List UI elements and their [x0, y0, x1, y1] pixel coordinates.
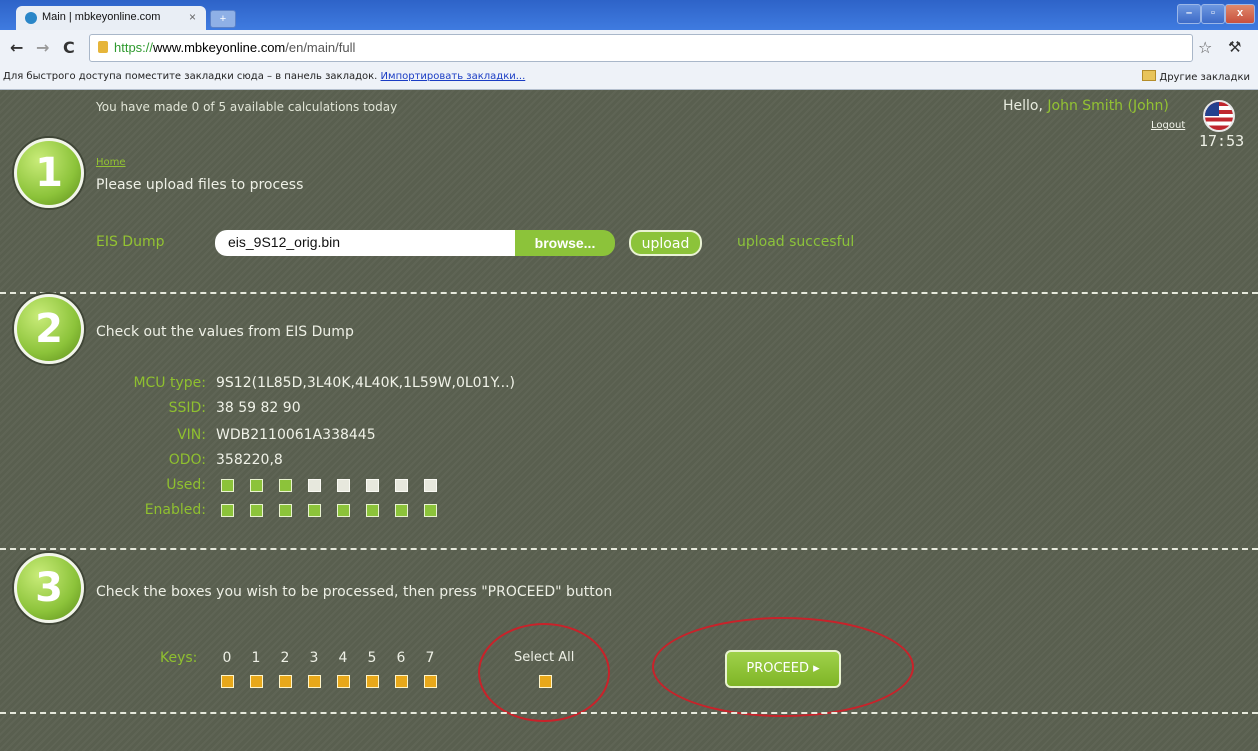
back-icon[interactable]: ←: [10, 38, 23, 57]
new-tab-button[interactable]: +: [210, 10, 236, 28]
enabled-label: Enabled:: [144, 502, 206, 518]
bookmark-star-icon[interactable]: ☆: [1198, 38, 1212, 57]
vin-label: VIN:: [177, 427, 206, 443]
import-bookmarks-link[interactable]: Импортировать закладки...: [381, 71, 526, 82]
enabled-indicator-2: [279, 504, 292, 517]
home-link[interactable]: Home: [96, 157, 126, 168]
section-divider: [0, 712, 1258, 714]
enabled-indicator-6: [395, 504, 408, 517]
url-text: https://www.mbkeyonline.com/en/main/full: [114, 40, 355, 55]
key-number-0: 0: [222, 650, 232, 666]
key-checkbox-0[interactable]: [221, 675, 234, 688]
browse-button[interactable]: browse...: [515, 230, 615, 256]
used-indicator-1: [250, 479, 263, 492]
url-host: www.mbkeyonline.com: [153, 40, 286, 55]
key-checkbox-5[interactable]: [366, 675, 379, 688]
enabled-indicator-7: [424, 504, 437, 517]
clock: 17:53: [1199, 132, 1245, 150]
key-checkbox-6[interactable]: [395, 675, 408, 688]
forward-icon[interactable]: →: [36, 38, 49, 57]
key-checkbox-2[interactable]: [279, 675, 292, 688]
enabled-indicator-3: [308, 504, 321, 517]
reload-icon[interactable]: C: [63, 38, 75, 57]
step-1-badge: 1: [14, 138, 84, 208]
used-indicator-4: [337, 479, 350, 492]
browser-tab[interactable]: Main | mbkeyonline.com ×: [16, 6, 206, 30]
bookmarks-bar: Для быстрого доступа поместите закладки …: [0, 66, 1258, 90]
key-number-2: 2: [280, 650, 290, 666]
used-indicator-3: [308, 479, 321, 492]
key-checkbox-3[interactable]: [308, 675, 321, 688]
enabled-indicator-5: [366, 504, 379, 517]
used-indicator-7: [424, 479, 437, 492]
used-label: Used:: [166, 477, 206, 493]
keys-label: Keys:: [160, 650, 198, 666]
greeting-prefix: Hello,: [1003, 98, 1048, 114]
close-window-button[interactable]: x: [1225, 4, 1255, 24]
bookmarks-message: Для быстрого доступа поместите закладки …: [3, 71, 525, 82]
greeting: Hello, John Smith (John): [1003, 98, 1169, 114]
user-name: John Smith (John): [1047, 98, 1169, 114]
tab-close-icon[interactable]: ×: [189, 10, 196, 24]
logout-link[interactable]: Logout: [1151, 120, 1185, 131]
wrench-icon[interactable]: ⚒: [1228, 38, 1241, 56]
key-number-5: 5: [367, 650, 377, 666]
key-number-4: 4: [338, 650, 348, 666]
key-number-7: 7: [425, 650, 435, 666]
other-bookmarks[interactable]: Другие закладки: [1142, 70, 1250, 83]
step-1-title: Please upload files to process: [96, 177, 304, 193]
us-flag-icon[interactable]: [1203, 100, 1235, 132]
key-number-6: 6: [396, 650, 406, 666]
file-path-input[interactable]: eis_9S12_orig.bin: [215, 230, 515, 256]
used-indicator-6: [395, 479, 408, 492]
upload-status: upload succesful: [737, 234, 855, 250]
lock-icon: [98, 41, 108, 53]
other-bookmarks-label: Другие закладки: [1159, 72, 1250, 83]
section-divider: [0, 292, 1258, 294]
folder-icon: [1142, 70, 1157, 81]
enabled-indicator-1: [250, 504, 263, 517]
vin-value: WDB2110061A338445: [216, 427, 376, 443]
page-content: You have made 0 of 5 available calculati…: [0, 90, 1258, 751]
ssid-label: SSID:: [168, 400, 206, 416]
upload-button[interactable]: upload: [629, 230, 702, 256]
title-bar: Main | mbkeyonline.com × + – ▫ x: [0, 0, 1258, 30]
key-number-1: 1: [251, 650, 261, 666]
odo-value: 358220,8: [216, 452, 283, 468]
step-2-badge: 2: [14, 294, 84, 364]
key-number-3: 3: [309, 650, 319, 666]
eis-dump-label: EIS Dump: [96, 234, 165, 250]
used-indicator-0: [221, 479, 234, 492]
url-path: /en/main/full: [285, 40, 356, 55]
enabled-indicator-4: [337, 504, 350, 517]
annotation-circle-proceed: [652, 617, 914, 717]
key-checkbox-7[interactable]: [424, 675, 437, 688]
used-indicator-5: [366, 479, 379, 492]
browser-toolbar: ← → C https://www.mbkeyonline.com/en/mai…: [0, 30, 1258, 66]
used-indicator-2: [279, 479, 292, 492]
odo-label: ODO:: [168, 452, 206, 468]
ssid-value: 38 59 82 90: [216, 400, 301, 416]
url-scheme: https://: [114, 40, 154, 55]
step-2-title: Check out the values from EIS Dump: [96, 324, 354, 340]
tab-title: Main | mbkeyonline.com: [42, 11, 161, 23]
enabled-indicator-0: [221, 504, 234, 517]
annotation-circle-select-all: [478, 623, 610, 722]
address-bar[interactable]: https://www.mbkeyonline.com/en/main/full: [89, 34, 1193, 62]
maximize-button[interactable]: ▫: [1201, 4, 1225, 24]
key-checkbox-1[interactable]: [250, 675, 263, 688]
bookmarks-hint: Для быстрого доступа поместите закладки …: [3, 71, 378, 82]
calculations-message: You have made 0 of 5 available calculati…: [96, 100, 398, 114]
minimize-button[interactable]: –: [1177, 4, 1201, 24]
site-favicon-icon: [25, 12, 37, 24]
key-checkbox-4[interactable]: [337, 675, 350, 688]
mcu-type-value: 9S12(1L85D,3L40K,4L40K,1L59W,0L01Y...): [216, 375, 515, 391]
step-3-badge: 3: [14, 553, 84, 623]
mcu-type-label: MCU type:: [133, 375, 206, 391]
section-divider: [0, 548, 1258, 550]
step-3-title: Check the boxes you wish to be processed…: [96, 584, 613, 600]
file-path-value: eis_9S12_orig.bin: [228, 234, 341, 250]
browser-chrome: Main | mbkeyonline.com × + – ▫ x ← → C h…: [0, 0, 1258, 90]
